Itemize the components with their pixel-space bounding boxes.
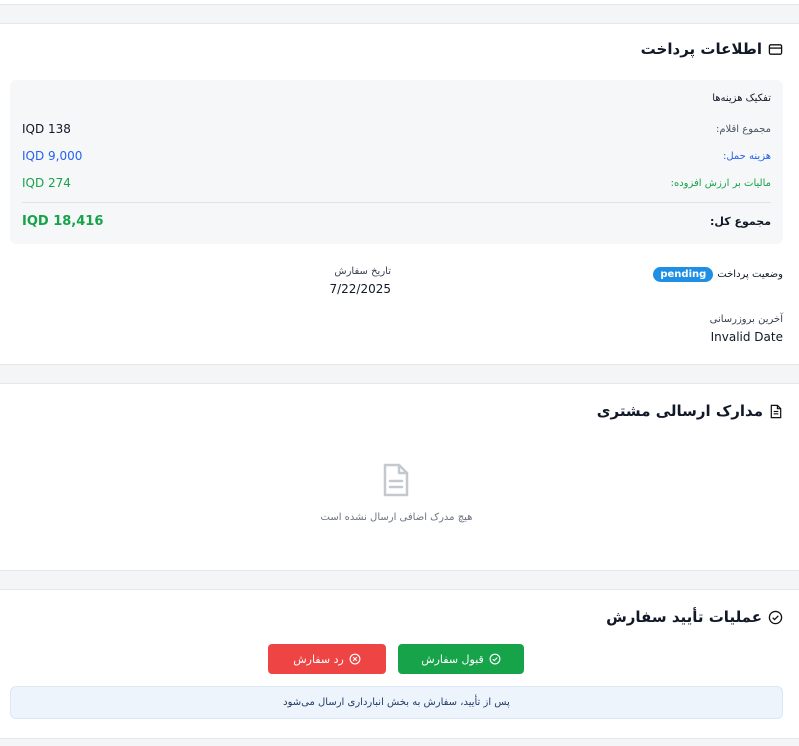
items-total-value: IQD 138 — [22, 122, 71, 136]
order-date-value: 7/22/2025 — [329, 282, 391, 296]
documents-title: مدارک ارسالی مشتری — [596, 402, 763, 420]
payment-status-group: وضعیت پرداخت pending — [653, 267, 783, 282]
grand-total-value: IQD 18,416 — [22, 214, 104, 229]
documents-empty-text: هیچ مدرک اضافی ارسال نشده است — [320, 512, 473, 523]
shipping-row: IQD 9,000 هزینه حمل: — [22, 149, 771, 163]
accept-order-button[interactable]: قبول سفارش — [398, 644, 524, 674]
payment-info-header: اطلاعات پرداخت — [641, 40, 783, 58]
document-icon — [769, 404, 783, 419]
x-circle-icon — [349, 653, 361, 665]
reject-order-label: رد سفارش — [293, 652, 344, 666]
documents-header: مدارک ارسالی مشتری — [597, 402, 783, 420]
vat-value: IQD 274 — [22, 176, 71, 190]
order-approval-card: عملیات تأیید سفارش قبول سفارش رد سفارش پ… — [0, 589, 799, 739]
grand-total-label: مجموع کل: — [710, 215, 771, 228]
empty-document-icon — [380, 462, 412, 498]
cost-breakdown-title: تفکیک هزینه‌ها — [712, 93, 771, 104]
shipping-value: IQD 9,000 — [22, 149, 83, 163]
payment-status-label: وضعیت پرداخت — [717, 269, 783, 280]
reject-order-button[interactable]: رد سفارش — [268, 644, 386, 674]
accept-order-label: قبول سفارش — [421, 652, 484, 666]
approval-info-text: پس از تأیید، سفارش به بخش انبارداری ارسا… — [283, 697, 510, 708]
customer-documents-card: مدارک ارسالی مشتری هیچ مدرک اضافی ارسال … — [0, 383, 799, 571]
payment-info-card: اطلاعات پرداخت تفکیک هزینه‌ها IQD 138 مج… — [0, 23, 799, 365]
check-circle-icon — [489, 653, 501, 665]
last-update-value: Invalid Date — [710, 330, 783, 344]
approval-info-note: پس از تأیید، سفارش به بخش انبارداری ارسا… — [10, 686, 783, 719]
items-total-row: IQD 138 مجموع اقلام: — [22, 122, 771, 136]
vat-label: مالیات بر ارزش افزوده: — [670, 177, 771, 189]
payment-status-badge: pending — [653, 267, 714, 282]
approval-header: عملیات تأیید سفارش — [606, 608, 783, 626]
vat-row: IQD 274 مالیات بر ارزش افزوده: — [22, 176, 771, 190]
order-date-label: تاریخ سفارش — [334, 266, 391, 277]
items-total-label: مجموع اقلام: — [716, 123, 771, 135]
credit-card-icon — [768, 42, 783, 57]
top-card-edge — [0, 0, 799, 5]
total-divider — [22, 202, 771, 203]
payment-info-title: اطلاعات پرداخت — [640, 40, 762, 58]
cost-breakdown-panel: تفکیک هزینه‌ها IQD 138 مجموع اقلام: IQD … — [10, 80, 783, 244]
last-update-label: آخرین بروزرسانی — [709, 314, 783, 325]
grand-total-row: IQD 18,416 مجموع کل: — [22, 214, 771, 229]
check-circle-icon — [768, 610, 783, 625]
approval-title: عملیات تأیید سفارش — [606, 608, 762, 626]
shipping-label: هزینه حمل: — [722, 150, 771, 162]
